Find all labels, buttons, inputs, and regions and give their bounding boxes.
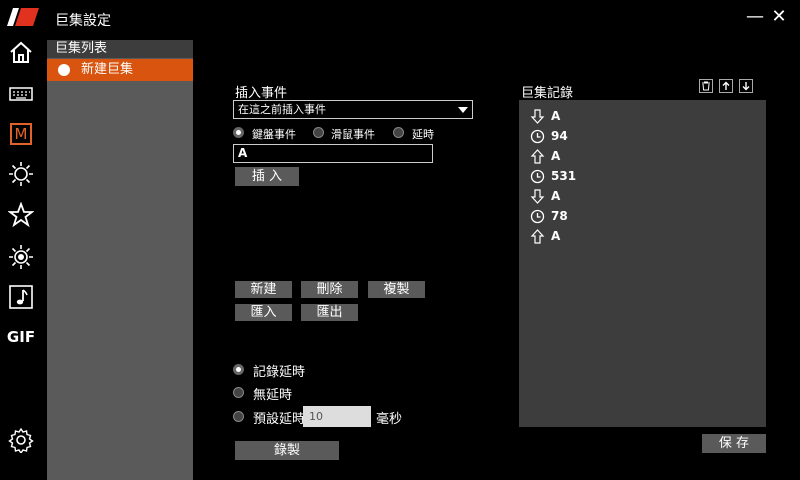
nav-favorites[interactable] (6, 200, 36, 230)
record-button[interactable]: 錄製 (235, 441, 339, 460)
key-input[interactable]: A (233, 144, 433, 163)
arrow-up-icon (722, 81, 730, 90)
home-icon (10, 41, 32, 63)
record-event-text: 531 (551, 169, 577, 183)
nav-brightness[interactable] (6, 159, 36, 189)
clock-icon (530, 129, 545, 143)
arrow-down-icon (530, 108, 545, 124)
minimize-button[interactable]: — (744, 6, 766, 28)
export-button[interactable]: 匯出 (301, 304, 358, 321)
radio-default-delay[interactable] (233, 411, 244, 422)
insert-event-title: 插入事件 (235, 86, 288, 101)
radio-record-delay[interactable] (233, 364, 244, 375)
settings-icon (8, 427, 34, 453)
arrow-up-icon (530, 228, 545, 244)
record-event-row[interactable]: 531 (530, 166, 576, 186)
radio-default-delay-label: 預設延時 (253, 412, 306, 427)
clock-icon (530, 169, 545, 183)
default-delay-input[interactable]: 10 (303, 406, 371, 427)
music-icon (9, 285, 33, 309)
record-event-text: 94 (551, 129, 568, 143)
copy-button[interactable]: 複製 (368, 281, 425, 298)
save-button[interactable]: 保 存 (702, 434, 766, 453)
delete-button[interactable]: 刪除 (301, 281, 358, 298)
record-event-row[interactable]: A (530, 106, 560, 126)
window-title: 巨集設定 (55, 13, 111, 29)
macro-icon: M (10, 123, 32, 145)
selected-dot-icon (58, 64, 70, 76)
record-event-row[interactable]: A (530, 146, 560, 166)
close-button[interactable]: ✕ (768, 6, 790, 28)
brightness-icon (9, 162, 33, 186)
chevron-down-icon (458, 107, 468, 113)
nav-home[interactable] (6, 37, 36, 67)
macro-list-item-label: 新建巨集 (81, 62, 134, 77)
gif-icon: GIF (6, 328, 36, 346)
macro-list-panel (47, 40, 193, 480)
record-event-row[interactable]: A (530, 186, 560, 206)
radio-mouse-event[interactable] (313, 127, 324, 138)
arrow-down-icon (530, 188, 545, 204)
record-event-text: A (551, 109, 561, 123)
radio-keyboard-event-label: 鍵盤事件 (252, 128, 296, 141)
radio-delay-event-label: 延時 (412, 128, 434, 141)
macro-list-item[interactable]: 新建巨集 (47, 59, 193, 81)
record-event-row[interactable]: A (530, 226, 560, 246)
macro-record-title: 巨集記錄 (521, 86, 574, 101)
move-down-button[interactable] (739, 79, 753, 93)
arrow-down-icon (742, 82, 750, 91)
trash-icon (702, 81, 710, 91)
nav-keyboard[interactable] (6, 79, 36, 109)
record-event-text: A (551, 149, 561, 163)
nav-settings[interactable] (6, 425, 36, 455)
radio-no-delay-label: 無延時 (253, 388, 293, 403)
radio-mouse-event-label: 滑鼠事件 (331, 128, 375, 141)
macro-list-header: 巨集列表 (47, 40, 193, 58)
record-event-text: A (551, 189, 561, 203)
record-event-text: A (551, 229, 561, 243)
delay-unit-label: 毫秒 (376, 412, 403, 427)
radio-keyboard-event[interactable] (233, 127, 244, 138)
insert-position-value: 在這之前插入事件 (238, 103, 326, 116)
insert-position-select[interactable]: 在這之前插入事件 (233, 100, 473, 119)
radio-record-delay-label: 記錄延時 (253, 365, 306, 380)
record-event-row[interactable]: 94 (530, 126, 568, 146)
record-event-text: 78 (551, 209, 568, 223)
clock-icon (530, 209, 545, 223)
keyboard-icon (9, 87, 33, 101)
star-icon (8, 202, 34, 228)
nav-gif[interactable]: GIF (6, 322, 36, 352)
new-button[interactable]: 新建 (235, 281, 292, 298)
insert-button[interactable]: 插 入 (235, 167, 299, 186)
light-effect-icon (9, 245, 33, 269)
radio-no-delay[interactable] (233, 387, 244, 398)
brand-logo (7, 8, 39, 26)
nav-music[interactable] (6, 282, 36, 312)
nav-macro[interactable]: M (6, 119, 36, 149)
radio-delay-event[interactable] (393, 127, 404, 138)
nav-lighting[interactable] (6, 242, 36, 272)
move-up-button[interactable] (719, 79, 733, 93)
delete-event-button[interactable] (699, 79, 713, 93)
record-event-row[interactable]: 78 (530, 206, 568, 226)
arrow-up-icon (530, 148, 545, 164)
import-button[interactable]: 匯入 (235, 304, 292, 321)
